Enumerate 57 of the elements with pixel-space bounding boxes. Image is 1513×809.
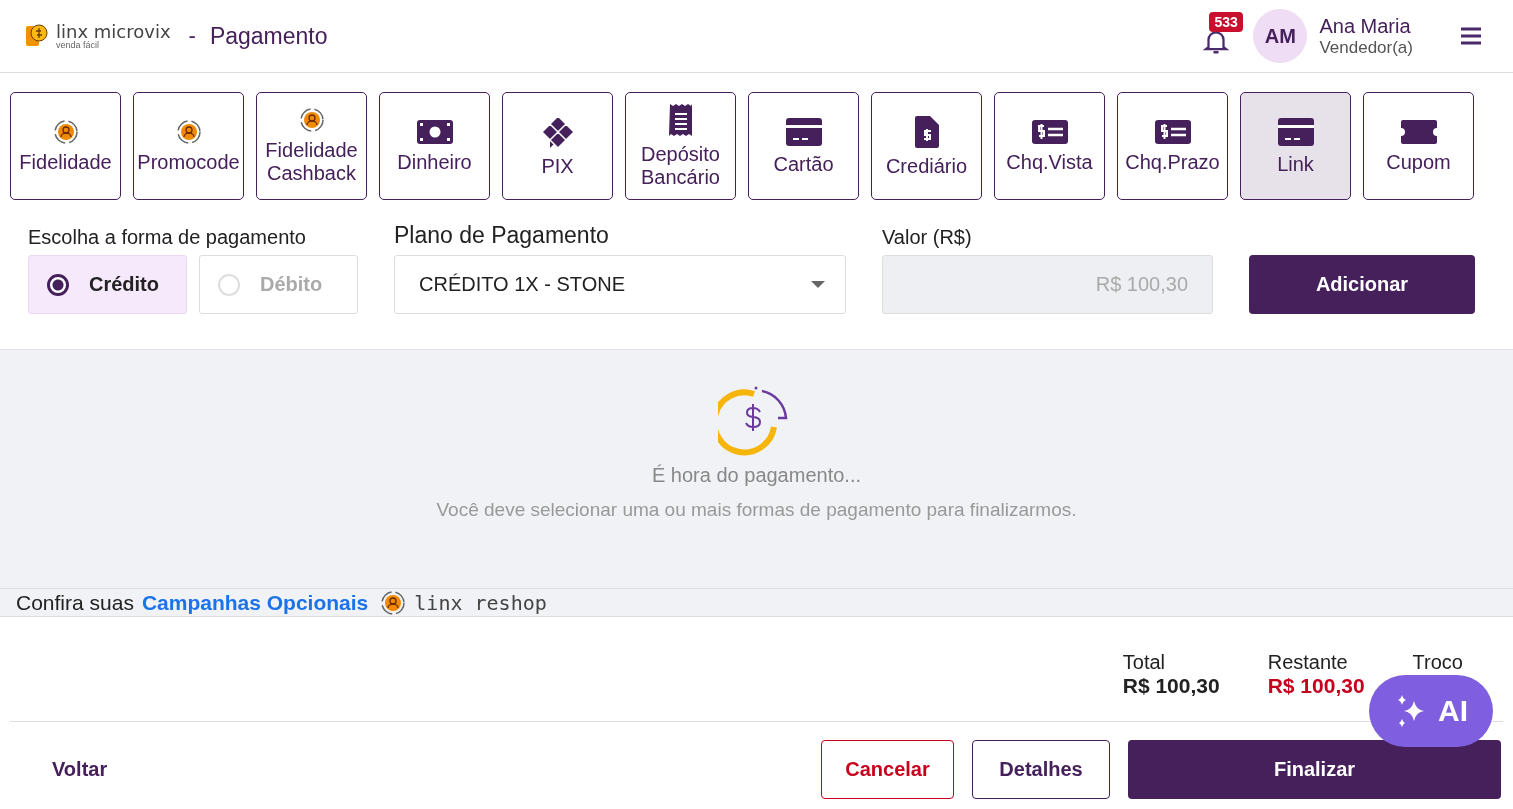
caret-icon [811,280,825,289]
menu-icon[interactable] [1459,26,1483,46]
total-label: Restante [1267,651,1349,674]
banknote-icon [415,118,454,145]
logo-icon [24,23,50,49]
user-role: Vendedor(a) [1319,37,1413,58]
user-name: Ana Maria [1319,14,1412,38]
user-avatar[interactable]: AM [1253,9,1308,63]
payment-method-tile[interactable]: PIX [502,92,613,200]
brand-name: linx microvix [56,22,171,41]
brand-tagline: venda fácil [56,40,101,50]
ticket-icon [1399,118,1438,145]
loyalty-icon [175,118,202,145]
field-label: Plano de Pagamento [394,222,610,249]
campaign-link[interactable]: Campanhas Opcionais [141,590,369,615]
field-label: Valor (R$) [882,226,973,249]
payment-method-tile[interactable]: Link [1240,92,1351,200]
invoice-icon [913,114,940,149]
payment-method-tile[interactable]: Cupom [1363,92,1474,200]
empty-state-message: Você deve selecionar uma ou mais formas de pagamento para finalizarmos. [436,499,1077,521]
diamond-icon [540,114,575,149]
loyalty-icon [298,107,325,133]
empty-state-title: É hora do pagamento... [651,464,861,487]
notification-badge: 533 [1209,12,1243,32]
payment-method-tile[interactable]: Fidelidade Cashback [256,92,367,200]
receipt-icon [668,103,693,137]
add-button[interactable]: Adicionar [1249,255,1475,314]
payment-method-tile[interactable]: Dinheiro [379,92,490,200]
loyalty-icon [52,118,79,145]
credit-card-icon [784,116,823,147]
total-value: R$ 100,30 [1267,674,1365,698]
radio-option[interactable]: Crédito [28,255,187,314]
campaign-text: Confira suas [16,590,134,615]
total-label: Total [1122,651,1166,674]
payment-method-tile[interactable]: Promocode [133,92,244,200]
page-title: Pagamento [209,22,328,50]
payment-method-tile[interactable]: Chq.Vista [994,92,1105,200]
cheque-icon [1153,118,1192,145]
payment-method-tile[interactable]: Depósito Bancário [625,92,736,200]
cancel-button[interactable]: Cancelar [821,740,954,799]
finish-button[interactable]: Finalizar [1128,740,1501,799]
total-value: R$ 100,30 [1122,674,1220,698]
payment-method-tile[interactable]: Crediário [871,92,982,200]
back-button[interactable]: Voltar [30,748,130,791]
ai-assistant-button[interactable]: AI [1369,675,1493,747]
payment-method-tile[interactable]: Fidelidade [10,92,121,200]
details-button[interactable]: Detalhes [972,740,1110,799]
payment-method-tile[interactable]: Cartão [748,92,859,200]
cheque-icon [1030,118,1069,145]
plan-dropdown[interactable]: CRÉDITO 1X - STONE [394,255,846,314]
payment-method-tile[interactable]: Chq.Prazo [1117,92,1228,200]
reshop-logo-text: linx reshop [414,590,547,615]
loyalty-icon [380,589,407,616]
total-label: Troco [1412,651,1463,674]
title-separator: - [188,23,196,49]
credit-card-icon [1276,116,1315,147]
field-label: Escolha a forma de pagamento [28,226,307,249]
